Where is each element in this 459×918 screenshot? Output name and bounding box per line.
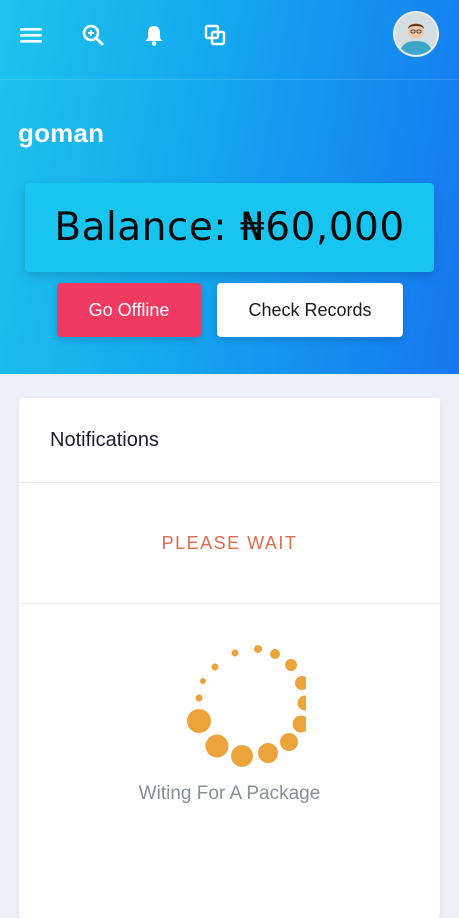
waiting-message: Witing For A Package: [138, 783, 321, 804]
bell-icon[interactable]: [141, 22, 167, 48]
balance-display: Balance: ₦60,000: [25, 183, 434, 272]
go-offline-button[interactable]: Go Offline: [57, 283, 201, 337]
loading-spinner-icon: [187, 645, 306, 767]
top-app-bar: [0, 0, 459, 80]
search-zoom-icon[interactable]: [80, 22, 106, 48]
username: goman: [18, 118, 105, 148]
avatar[interactable]: [393, 11, 439, 57]
menu-icon[interactable]: [18, 22, 44, 48]
status-message: PLEASE WAIT: [19, 483, 440, 604]
notifications-title: Notifications: [19, 398, 440, 483]
check-records-button[interactable]: Check Records: [217, 283, 403, 337]
copy-icon[interactable]: [202, 22, 228, 48]
header-hero: goman Balance: ₦60,000 Go Offline Check …: [0, 0, 459, 374]
notifications-card: Notifications PLEASE WAIT Witing For A P…: [19, 398, 440, 918]
